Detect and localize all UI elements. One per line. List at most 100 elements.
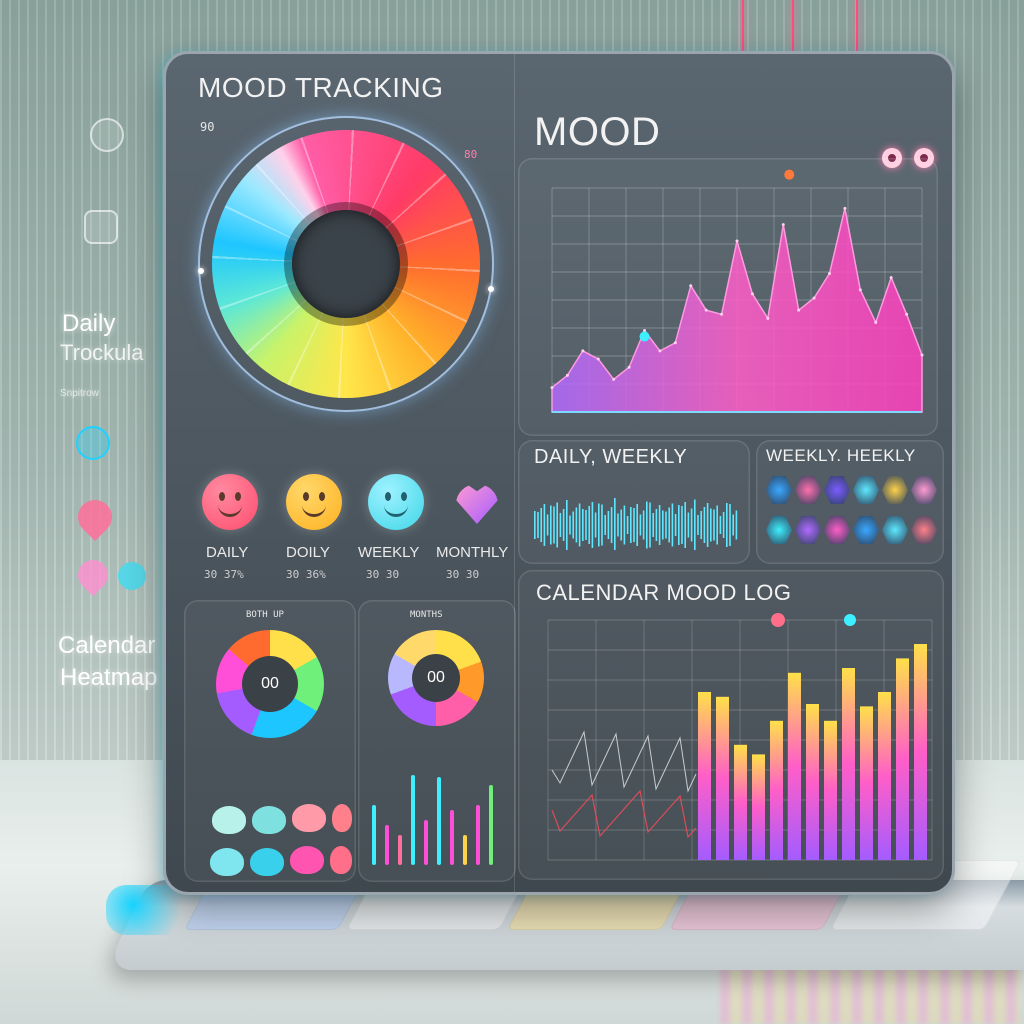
marker-point bbox=[844, 614, 856, 626]
emoji-happy-daily[interactable] bbox=[202, 474, 258, 530]
wave-bar bbox=[636, 504, 638, 546]
wave-bar bbox=[646, 501, 648, 549]
hex-badge[interactable] bbox=[766, 516, 792, 544]
data-point bbox=[627, 365, 631, 369]
calendar-bar bbox=[896, 658, 909, 860]
mood-blob[interactable] bbox=[210, 848, 244, 876]
wave-bar bbox=[537, 512, 539, 538]
mood-wheel[interactable] bbox=[198, 118, 494, 410]
hex-badge[interactable] bbox=[882, 476, 908, 504]
wave-bar bbox=[546, 514, 549, 536]
hex-badge[interactable] bbox=[824, 516, 850, 544]
emoji-happy-doily[interactable] bbox=[286, 474, 342, 530]
calendar-panel[interactable]: CALENDAR MOOD LOG bbox=[518, 570, 944, 880]
wave-bar bbox=[553, 506, 555, 544]
hex-badge-grid[interactable] bbox=[766, 476, 942, 558]
mood-blob[interactable] bbox=[212, 806, 246, 834]
play-icon[interactable] bbox=[76, 426, 110, 460]
wave-bar bbox=[697, 515, 699, 535]
wave-bar bbox=[630, 507, 632, 543]
wave-bar bbox=[700, 511, 702, 539]
emoji-happy-weekly[interactable] bbox=[368, 474, 424, 530]
wave-bar bbox=[671, 503, 674, 547]
wave-bar bbox=[620, 509, 622, 541]
mini-bar bbox=[372, 805, 376, 865]
data-point bbox=[565, 373, 569, 377]
emoji-label-weekly: WEEKLY bbox=[358, 544, 420, 561]
mood-blob[interactable] bbox=[250, 848, 284, 876]
emoji-heart-monthly[interactable] bbox=[452, 478, 502, 528]
mood-area-chart[interactable] bbox=[518, 158, 938, 436]
data-point bbox=[720, 312, 724, 316]
wheel-handle[interactable] bbox=[198, 268, 204, 274]
data-point bbox=[812, 296, 816, 300]
hex-badge[interactable] bbox=[795, 516, 821, 544]
weekly-heekly-panel[interactable]: WEEKLY. HEEKLY bbox=[756, 440, 944, 564]
side-tracking-label: Trockula bbox=[60, 340, 144, 365]
mini-bar bbox=[489, 785, 493, 865]
trend-line bbox=[551, 730, 697, 793]
mood-donut-chart[interactable]: 00 bbox=[388, 630, 484, 726]
data-point bbox=[673, 341, 677, 345]
data-point bbox=[905, 312, 909, 316]
wave-bar bbox=[604, 515, 606, 535]
wave-bar bbox=[626, 516, 629, 534]
emoji-label-daily: DAILY bbox=[206, 544, 249, 561]
app-title: MOOD TRACKING bbox=[198, 72, 444, 103]
side-heatmap-label: Heatmap bbox=[60, 664, 158, 691]
wave-bar bbox=[543, 504, 546, 546]
donut-panel-1[interactable]: BOTH UP 00 bbox=[184, 600, 356, 882]
data-point bbox=[766, 316, 770, 320]
hex-badge[interactable] bbox=[853, 516, 879, 544]
hex-badge[interactable] bbox=[911, 476, 937, 504]
marker-point bbox=[784, 169, 795, 180]
donut-panel-2[interactable]: MONTHS 00 bbox=[358, 600, 516, 882]
calendar-bar bbox=[770, 720, 783, 860]
wave-bar bbox=[658, 505, 661, 545]
calendar-bar-chart[interactable] bbox=[518, 610, 944, 880]
marker-point bbox=[639, 331, 650, 342]
calendar-bar bbox=[914, 644, 927, 860]
hex-badge[interactable] bbox=[766, 476, 792, 504]
data-point bbox=[889, 276, 893, 280]
wave-bar bbox=[610, 507, 613, 543]
mood-blob[interactable] bbox=[330, 846, 352, 874]
wheel-handle[interactable] bbox=[488, 286, 494, 292]
wave-bar bbox=[582, 509, 584, 541]
side-square-icon[interactable] bbox=[84, 210, 118, 244]
wave-bar bbox=[550, 505, 552, 545]
mood-donut-chart[interactable]: 00 bbox=[216, 630, 324, 738]
side-circle-icon[interactable] bbox=[90, 118, 124, 152]
mood-blob[interactable] bbox=[252, 806, 286, 834]
mood-blob[interactable] bbox=[332, 804, 352, 832]
wave-bar bbox=[674, 514, 677, 536]
hex-badge[interactable] bbox=[853, 476, 879, 504]
wave-bar bbox=[665, 511, 667, 539]
calendar-bar bbox=[698, 692, 711, 860]
mood-wheel-center[interactable] bbox=[292, 210, 400, 318]
wave-bar bbox=[706, 503, 709, 547]
wave-bar bbox=[690, 508, 693, 542]
data-point bbox=[858, 288, 862, 292]
wave-bar bbox=[562, 509, 565, 541]
hex-badge[interactable] bbox=[882, 516, 908, 544]
mood-blob[interactable] bbox=[292, 804, 326, 832]
side-small-text: Snpitrow bbox=[60, 388, 99, 399]
hex-badge[interactable] bbox=[824, 476, 850, 504]
base-glow bbox=[106, 885, 196, 935]
daily-weekly-panel[interactable]: DAILY, WEEKLY bbox=[518, 440, 750, 564]
daily-waveform bbox=[534, 498, 738, 550]
hex-badge[interactable] bbox=[795, 476, 821, 504]
data-point bbox=[596, 357, 600, 361]
emoji-label-monthly: MONTHLY bbox=[436, 544, 509, 561]
mini-bar bbox=[411, 775, 415, 865]
mood-blob[interactable] bbox=[290, 846, 324, 874]
data-point bbox=[874, 320, 878, 324]
emoji-sub-weekly: 30 30 bbox=[366, 568, 400, 581]
divider bbox=[514, 54, 515, 892]
data-point bbox=[828, 272, 831, 276]
hex-badge[interactable] bbox=[911, 516, 937, 544]
mood-chart-panel[interactable] bbox=[518, 158, 938, 436]
wave-bar bbox=[719, 516, 722, 534]
wave-bar bbox=[716, 505, 718, 545]
